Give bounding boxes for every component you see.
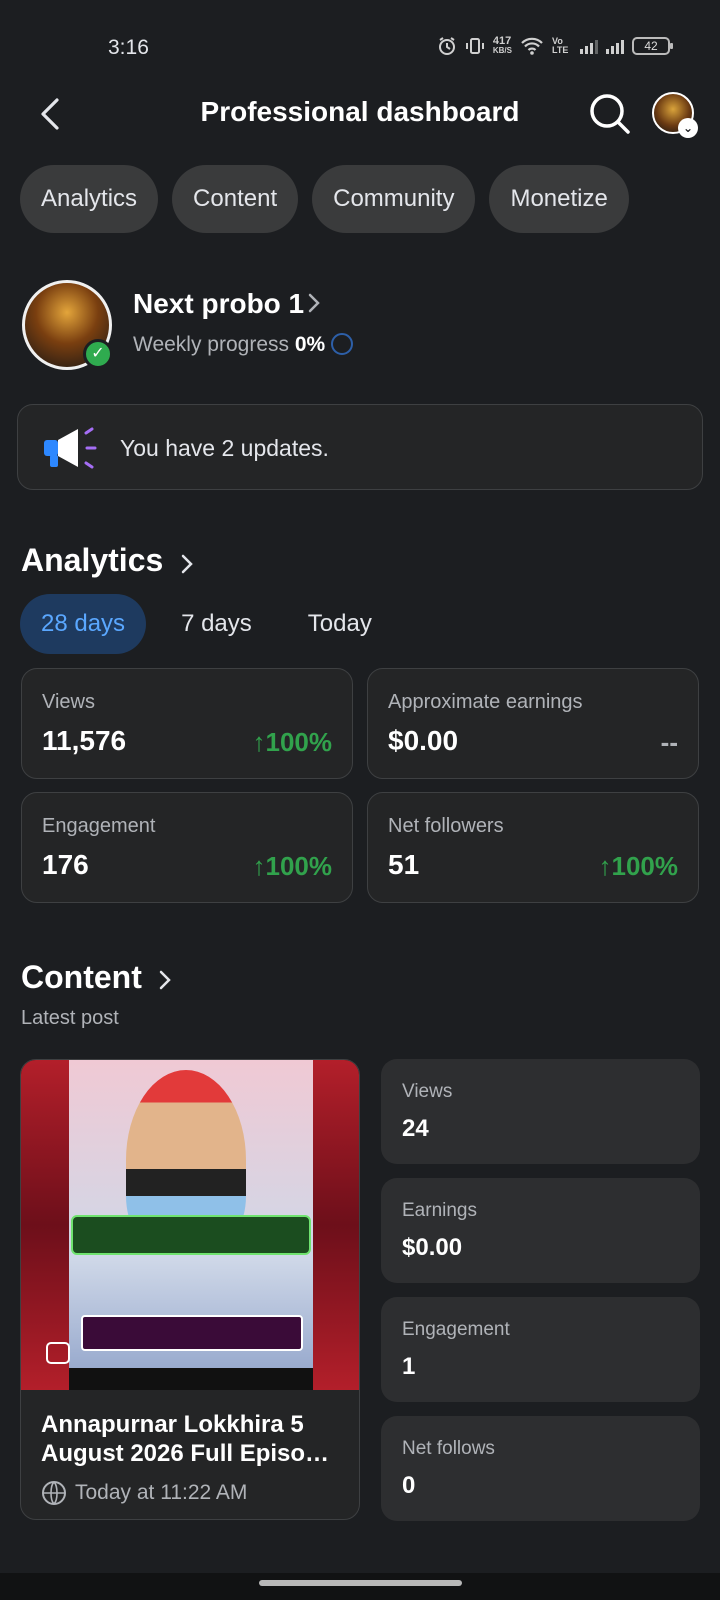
post-views-card: Views 24: [381, 1059, 700, 1164]
arrow-up-icon: ↑: [252, 727, 266, 757]
thumbnail-side-left: [21, 1060, 69, 1390]
post-meta: Today at 11:22 AM: [41, 1480, 247, 1506]
post-title: Annapurnar Lokkhira 5 August 2026 Full E…: [41, 1411, 330, 1467]
home-indicator[interactable]: [259, 1580, 462, 1586]
earnings-card[interactable]: Approximate earnings $0.00 --: [367, 668, 699, 779]
updates-text: You have 2 updates.: [120, 435, 329, 461]
page-name[interactable]: Next probo 1: [133, 288, 304, 320]
verified-check-icon: ✓: [83, 339, 113, 369]
chip-community[interactable]: Community: [312, 165, 476, 233]
analytics-title[interactable]: Analytics: [21, 542, 163, 579]
net-speed: 417 KB/S: [493, 36, 512, 56]
mini-value: $0.00: [402, 1234, 463, 1261]
updates-banner[interactable]: You have 2 updates.: [17, 404, 703, 490]
analytics-chevron-icon[interactable]: [180, 553, 194, 575]
stat-label: Engagement: [42, 815, 156, 837]
wifi-icon: [521, 37, 543, 55]
progress-ring-icon: [331, 333, 354, 355]
stat-value: 11,576: [42, 725, 127, 756]
latest-post-card[interactable]: Annapurnar Lokkhira 5 August 2026 Full E…: [20, 1059, 360, 1520]
system-nav-bar: [0, 1573, 720, 1600]
megaphone-icon: [44, 427, 97, 469]
stat-label: Views: [42, 691, 95, 713]
page-profile-row[interactable]: ✓ Next probo 1 Weekly progress 0%: [22, 280, 702, 372]
post-earnings-card: Earnings $0.00: [381, 1178, 700, 1283]
range-7-days[interactable]: 7 days: [160, 594, 273, 654]
arrow-up-icon: ↑: [252, 851, 266, 881]
alarm-icon: [438, 37, 455, 55]
globe-icon: [42, 1481, 66, 1505]
status-icons: 417 KB/S Vo LTE 42: [437, 36, 673, 56]
top-bar: Professional dashboard ⌄: [0, 82, 720, 146]
stat-label: Approximate earnings: [388, 691, 583, 713]
page-avatar: ✓: [22, 280, 113, 370]
search-icon: [590, 94, 630, 134]
post-engagement-card: Engagement 1: [381, 1297, 700, 1402]
signal-2-icon: [606, 38, 624, 54]
stat-change-value: 100%: [611, 851, 679, 881]
reel-icon: [46, 1342, 70, 1364]
chip-content[interactable]: Content: [172, 165, 299, 233]
section-chips: Analytics Content Community Monetize: [20, 165, 629, 233]
weekly-progress-label: Weekly progress: [133, 333, 290, 356]
thumbnail-bottom-strip: [69, 1368, 313, 1390]
range-today[interactable]: Today: [287, 594, 393, 654]
mini-label: Views: [402, 1081, 453, 1102]
thumbnail-banner-purple: [81, 1315, 303, 1351]
net-followers-card[interactable]: Net followers 51 ↑100%: [367, 792, 699, 903]
weekly-progress: Weekly progress 0%: [133, 333, 354, 357]
chip-monetize[interactable]: Monetize: [489, 165, 629, 233]
views-card[interactable]: Views 11,576 ↑100%: [21, 668, 353, 779]
stat-change: --: [660, 727, 678, 757]
stat-value: 176: [42, 849, 89, 880]
mini-value: 0: [402, 1472, 416, 1499]
stat-change-value: 100%: [265, 851, 333, 881]
thumbnail-banner-green: [71, 1215, 311, 1255]
content-title[interactable]: Content: [21, 959, 142, 996]
stat-value: 51: [388, 849, 420, 880]
arrow-up-icon: ↑: [598, 851, 612, 881]
post-net-follows-card: Net follows 0: [381, 1416, 700, 1521]
date-range-tabs: 28 days 7 days Today: [20, 594, 407, 654]
post-time: Today at 11:22 AM: [75, 1481, 248, 1504]
mini-value: 1: [402, 1353, 416, 1380]
latest-post-label: Latest post: [21, 1007, 119, 1029]
stat-change: ↑100%: [253, 727, 333, 758]
stat-change: ↑100%: [599, 851, 679, 882]
weekly-progress-value: 0%: [294, 333, 326, 356]
mini-label: Net follows: [402, 1438, 495, 1459]
range-28-days[interactable]: 28 days: [20, 594, 147, 654]
net-speed-value: 417: [492, 35, 512, 47]
search-button[interactable]: [588, 92, 632, 136]
stat-value: $0.00: [388, 725, 459, 756]
chip-analytics[interactable]: Analytics: [20, 165, 159, 233]
net-speed-unit: KB/S: [492, 46, 512, 55]
mini-label: Earnings: [402, 1200, 477, 1221]
vibrate-icon: [465, 38, 484, 54]
signal-1-icon: [580, 38, 598, 54]
chevron-right-icon: [308, 293, 320, 313]
stat-label: Net followers: [388, 815, 504, 837]
stat-change-value: 100%: [265, 727, 333, 757]
volte-icon: Vo LTE: [552, 36, 569, 55]
mini-label: Engagement: [402, 1319, 510, 1340]
mini-value: 24: [402, 1115, 429, 1142]
stat-change: ↑100%: [253, 851, 333, 882]
thumbnail-side-right: [313, 1060, 359, 1390]
battery-icon: 42: [632, 37, 673, 55]
post-thumbnail: [21, 1060, 359, 1390]
chevron-down-icon: ⌄: [678, 118, 698, 138]
content-chevron-icon[interactable]: [158, 969, 172, 991]
engagement-card[interactable]: Engagement 176 ↑100%: [21, 792, 353, 903]
profile-switcher-button[interactable]: ⌄: [652, 92, 698, 138]
status-time: 3:16: [108, 36, 149, 59]
